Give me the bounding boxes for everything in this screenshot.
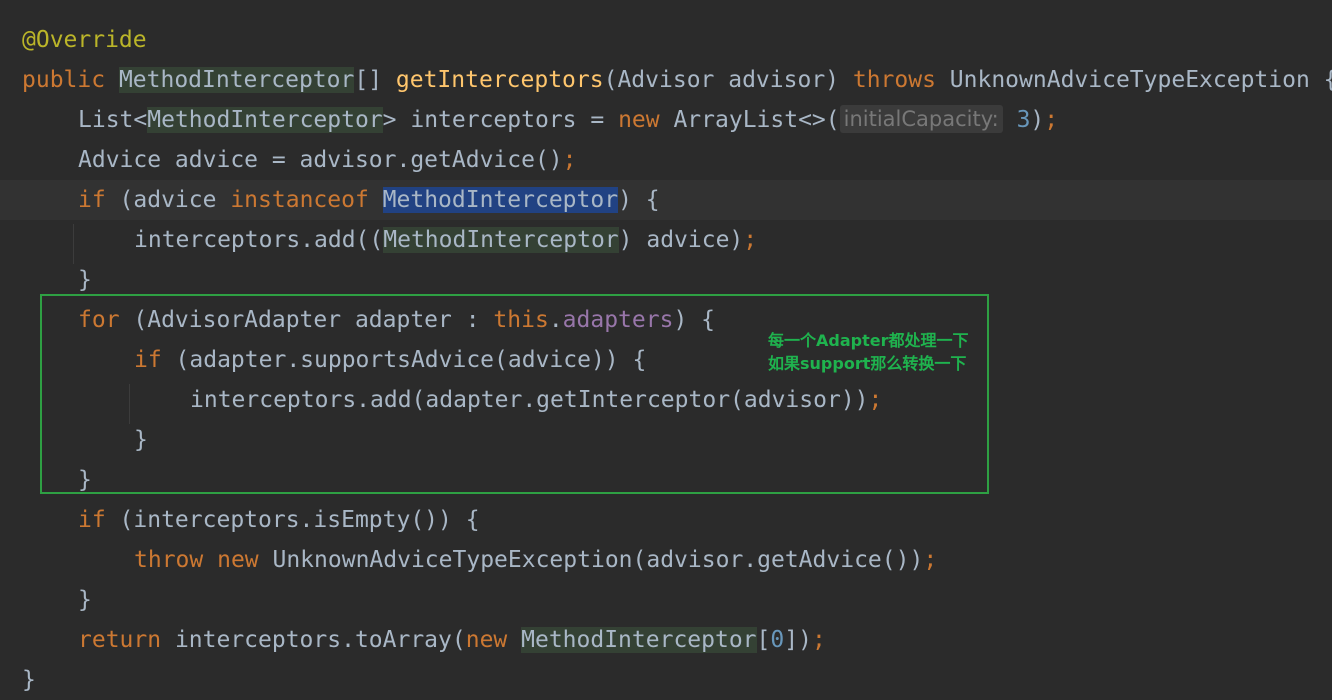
code-token: return bbox=[78, 627, 175, 653]
code-token: ) advice) bbox=[618, 227, 744, 253]
highlight-box bbox=[40, 294, 989, 494]
code-token: ; bbox=[811, 627, 826, 653]
code-line: return interceptors.toArray(new MethodIn… bbox=[0, 620, 1332, 660]
code-line: } bbox=[0, 580, 1332, 620]
code-token: ) bbox=[1030, 107, 1045, 133]
code-token: new bbox=[465, 627, 522, 653]
code-token: (advice bbox=[119, 187, 231, 213]
code-token: ArrayList<>( bbox=[673, 107, 840, 133]
code-token: List< bbox=[78, 107, 148, 133]
code-token: new bbox=[618, 107, 674, 133]
code-token: getInterceptors bbox=[395, 67, 604, 93]
code-token: if bbox=[78, 507, 120, 533]
code-token: MethodInterceptor bbox=[118, 67, 355, 93]
annotation-line-2: 如果support那么转换一下 bbox=[768, 354, 967, 373]
code-token: ; bbox=[923, 547, 938, 573]
code-token: MethodInterceptor bbox=[382, 187, 619, 213]
code-token: ; bbox=[562, 147, 577, 173]
code-line: throw new UnknownAdviceTypeException(adv… bbox=[0, 540, 1332, 580]
code-token: > interceptors = bbox=[382, 107, 619, 133]
code-token: (interceptors.isEmpty()) { bbox=[119, 507, 480, 533]
code-token: ]) bbox=[784, 627, 812, 653]
code-token: ; bbox=[743, 227, 758, 253]
code-token: interceptors.toArray( bbox=[174, 627, 466, 653]
code-line: } bbox=[0, 660, 1332, 700]
code-line: interceptors.add((MethodInterceptor) adv… bbox=[0, 220, 1332, 260]
code-token: ; bbox=[1044, 107, 1059, 133]
code-line: Advice advice = advisor.getAdvice(); bbox=[0, 140, 1332, 180]
code-token: interceptors.add(( bbox=[134, 227, 384, 253]
code-token: throws bbox=[852, 67, 950, 93]
code-token: MethodInterceptor bbox=[147, 107, 383, 133]
code-token: UnknownAdviceTypeException { bbox=[949, 67, 1332, 93]
parameter-hint: initialCapacity: bbox=[839, 105, 1003, 133]
code-token: 3 bbox=[1016, 107, 1031, 133]
code-token: @Override bbox=[22, 27, 147, 53]
code-token: Advice advice = advisor.getAdvice() bbox=[78, 147, 563, 173]
code-token: UnknownAdviceTypeException(advisor.getAd… bbox=[272, 547, 924, 573]
annotation-line-1: 每一个Adapter都处理一下 bbox=[768, 331, 969, 350]
code-token: MethodInterceptor bbox=[383, 227, 619, 253]
code-token: if bbox=[78, 187, 120, 213]
code-token: throw bbox=[134, 547, 218, 573]
code-token: instanceof bbox=[230, 187, 383, 213]
code-line: @Override bbox=[0, 20, 1332, 60]
code-token: 0 bbox=[770, 627, 785, 653]
code-token: new bbox=[217, 547, 273, 573]
code-token: MethodInterceptor bbox=[521, 627, 757, 653]
code-token: } bbox=[78, 267, 92, 293]
code-line: public MethodInterceptor[] getIntercepto… bbox=[0, 60, 1332, 100]
code-token: [] bbox=[354, 67, 396, 93]
code-line: if (interceptors.isEmpty()) { bbox=[0, 500, 1332, 540]
code-line: List<MethodInterceptor> interceptors = n… bbox=[0, 100, 1332, 140]
code-token: } bbox=[78, 587, 92, 613]
code-token: } bbox=[22, 667, 36, 693]
code-token: ) { bbox=[618, 187, 660, 213]
code-token: public bbox=[22, 67, 119, 93]
code-token: (Advisor advisor) bbox=[603, 67, 853, 93]
code-line: if (advice instanceof MethodInterceptor)… bbox=[0, 180, 1332, 220]
code-token: [ bbox=[756, 627, 771, 653]
